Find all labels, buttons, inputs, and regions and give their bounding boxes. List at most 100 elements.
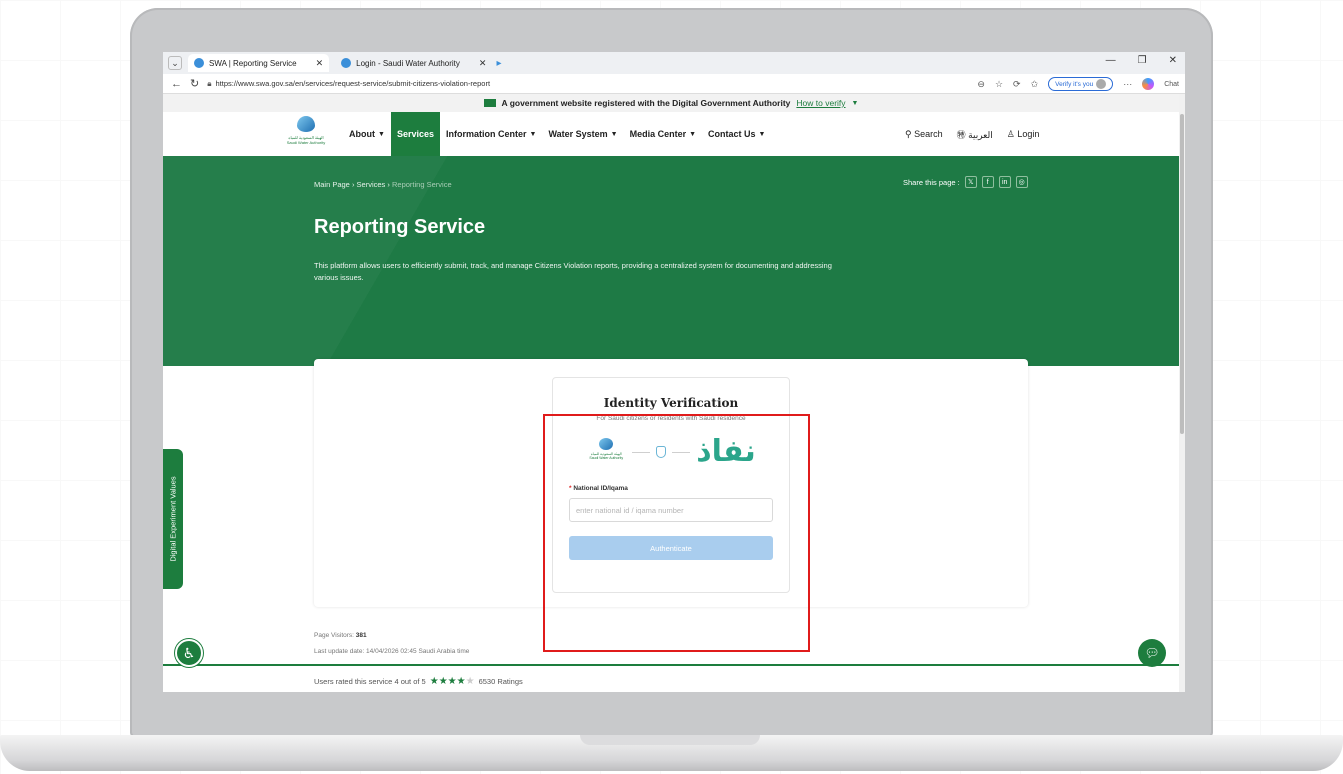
back-icon[interactable]: ← (171, 78, 182, 90)
breadcrumb: Main Page › Services › Reporting Service (314, 180, 452, 189)
chat-icon[interactable]: 💬︎ (1138, 639, 1166, 667)
rating-stars[interactable]: ★★★★★ (430, 676, 475, 687)
extensions-icon[interactable]: ⟳ (1013, 79, 1021, 90)
search-icon: ⚲ (905, 128, 912, 139)
nav-label: About (349, 129, 375, 139)
favicon-icon (341, 58, 352, 68)
new-tab-icon[interactable]: ▸ (496, 58, 501, 69)
service-rating: Users rated this service 4 out of 5 ★★★★… (314, 676, 523, 687)
nav-label: Water System (548, 129, 608, 139)
tab-title: Login - Saudi Water Authority (356, 58, 460, 68)
auth-title: Identity Verification (603, 396, 739, 410)
login-button[interactable]: ♙ Login (1007, 129, 1040, 140)
main-nav: About ▼ Services Information Center ▼ Wate… (343, 112, 771, 156)
search-button[interactable]: ⚲ Search (905, 129, 943, 140)
star-icon[interactable]: ★ (439, 676, 448, 687)
last-update: Last update date: 14/04/2026 02:45 Saudi… (314, 648, 470, 655)
saudi-flag-icon (483, 99, 496, 107)
digital-experiment-tab[interactable]: Digital Experiment Values (163, 449, 183, 589)
zoom-icon[interactable]: ⊖ (977, 79, 985, 90)
favorite-star-icon[interactable]: ☆ (995, 79, 1003, 90)
chevron-down-icon: ▼ (529, 130, 537, 138)
language-icon: ㊕ (956, 129, 966, 140)
gov-banner-text: A government website registered with the… (501, 98, 791, 108)
browser-toolbar-right: ⊖ ☆ ⟳ ✩ Verify it's you ··· Chat (977, 77, 1179, 91)
site-header: الهيئة السعودية للمياه Saudi Water Autho… (163, 112, 1179, 156)
nav-contact-us[interactable]: Contact Us ▼ (702, 112, 771, 156)
hero-section: Main Page › Services › Reporting Service… (163, 156, 1179, 366)
how-to-verify-link[interactable]: How to verify (796, 98, 845, 108)
nav-label: Information Center (445, 129, 527, 139)
ratings-count: 6530 Ratings (478, 677, 523, 686)
background: ⌄ SWA | Reporting Service ✕ Login - Saud… (0, 0, 1343, 774)
language-button[interactable]: ㊕ العربية (957, 128, 993, 141)
accessibility-icon[interactable]: ♿︎ (175, 639, 203, 667)
chat-label[interactable]: Chat (1164, 81, 1179, 88)
close-icon[interactable]: ✕ (316, 58, 324, 69)
linkedin-share-icon[interactable]: in (998, 176, 1011, 188)
whatsapp-share-icon[interactable]: ◎ (1015, 176, 1028, 188)
user-icon: ♙ (1006, 128, 1015, 139)
search-label: Search (914, 128, 943, 139)
copilot-icon[interactable] (1142, 78, 1155, 90)
minimize-icon[interactable]: — (1106, 55, 1116, 66)
url-field[interactable]: 🔒︎ https://www.swa.gov.sa/en/services/re… (207, 77, 967, 91)
verify-profile-button[interactable]: Verify it's you (1048, 77, 1114, 91)
star-icon[interactable]: ★ (466, 676, 475, 687)
lock-icon: 🔒︎ (207, 78, 212, 88)
browser-tab[interactable]: Login - Saudi Water Authority ✕ (335, 54, 492, 72)
x-share-icon[interactable]: 𝕏 (964, 176, 977, 188)
header-actions: ⚲ Search ㊕ العربية ♙ Login (905, 112, 1039, 156)
chevron-down-icon: ▼ (378, 130, 385, 138)
share-label: Share this page : (903, 177, 960, 187)
url-text: https://www.swa.gov.sa/en/services/reque… (215, 79, 491, 88)
laptop-notch (580, 735, 760, 745)
logo-text: الهيئة السعودية للمياه Saudi Water Autho… (286, 135, 326, 145)
page-description: This platform allows users to efficientl… (314, 261, 832, 282)
scrollbar[interactable] (1179, 94, 1185, 692)
star-icon[interactable]: ★ (457, 676, 466, 687)
nav-label: Contact Us (708, 129, 756, 139)
login-label: Login (1017, 128, 1040, 139)
breadcrumb-main-page[interactable]: Main Page (314, 180, 350, 189)
restore-icon[interactable]: ❐ (1138, 55, 1147, 66)
tab-list-chevron-icon[interactable]: ⌄ (168, 56, 182, 70)
browser-tab-active[interactable]: SWA | Reporting Service ✕ (188, 54, 330, 72)
water-drop-icon (297, 116, 315, 132)
swa-logo[interactable]: الهيئة السعودية للمياه Saudi Water Autho… (283, 116, 329, 152)
tab-title: SWA | Reporting Service (209, 58, 297, 68)
browser-addressbar: ← ↻ 🔒︎ https://www.swa.gov.sa/en/service… (163, 74, 1185, 94)
side-tab-label: Digital Experiment Values (168, 476, 178, 562)
scrollbar-thumb[interactable] (1180, 114, 1184, 434)
chevron-down-icon[interactable]: ▼ (852, 100, 859, 107)
page-title: Reporting Service (314, 216, 486, 238)
visitors-label: Page Visitors: (314, 632, 354, 639)
nav-services[interactable]: Services (390, 112, 440, 156)
web-page: A government website registered with the… (163, 94, 1179, 692)
facebook-share-icon[interactable]: f (981, 176, 994, 188)
breadcrumb-current: Reporting Service (392, 180, 452, 189)
more-icon[interactable]: ··· (1123, 79, 1132, 89)
share-bar: Share this page : 𝕏 f in ◎ (903, 176, 1028, 188)
breadcrumb-services[interactable]: Services (357, 180, 386, 189)
star-icon[interactable]: ★ (430, 676, 439, 687)
browser-tabbar: ⌄ SWA | Reporting Service ✕ Login - Saud… (163, 52, 1185, 74)
close-window-icon[interactable]: ✕ (1169, 55, 1177, 66)
window-controls: — ❐ ✕ (1106, 55, 1177, 66)
nav-label: Services (396, 129, 434, 139)
gov-banner: A government website registered with the… (163, 94, 1179, 112)
nav-information-center[interactable]: Information Center ▼ (440, 112, 542, 156)
favorites-icon[interactable]: ✩ (1031, 79, 1039, 90)
nav-label: Media Center (629, 129, 687, 139)
nav-media-center[interactable]: Media Center ▼ (624, 112, 702, 156)
footer-divider (163, 664, 1179, 666)
refresh-icon[interactable]: ↻ (190, 77, 199, 90)
nav-water-system[interactable]: Water System ▼ (542, 112, 623, 156)
laptop-screen: ⌄ SWA | Reporting Service ✕ Login - Saud… (163, 52, 1185, 692)
nav-about[interactable]: About ▼ (343, 112, 391, 156)
visitors-count: 381 (355, 632, 367, 639)
close-icon[interactable]: ✕ (479, 58, 487, 69)
language-label: العربية (968, 129, 993, 140)
chevron-down-icon: ▼ (689, 130, 697, 138)
star-icon[interactable]: ★ (448, 676, 457, 687)
